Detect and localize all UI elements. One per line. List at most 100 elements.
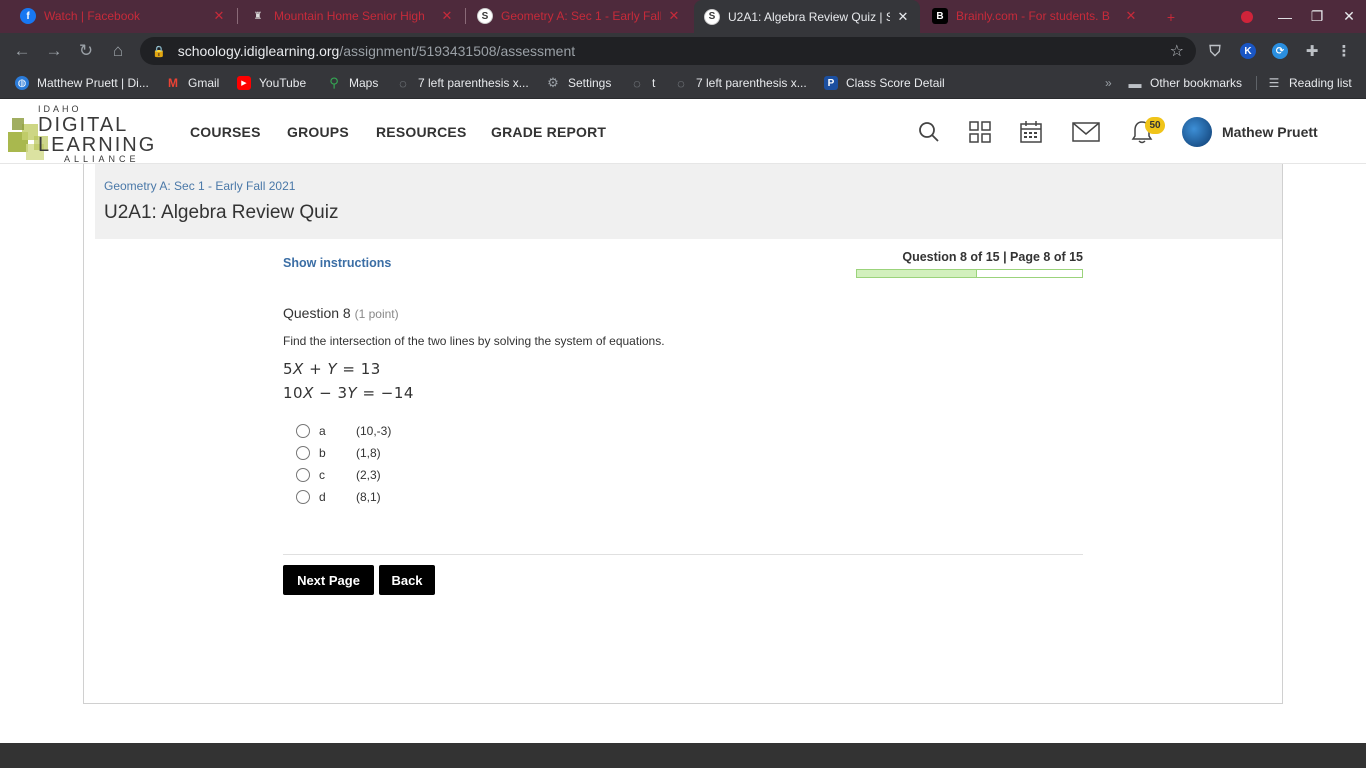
bookmark-item[interactable]: ◌ 7 left parenthesis x...	[396, 75, 529, 91]
radio-button[interactable]	[296, 490, 310, 504]
answer-choice-c[interactable]: c (2,3)	[296, 468, 381, 482]
tab-geometry[interactable]: S Geometry A: Sec 1 - Early Fall ✕	[467, 2, 691, 30]
schoology-icon: S	[477, 8, 493, 24]
menu-dots-icon[interactable]: ⋮	[1336, 43, 1352, 60]
bookmarks-bar: ◍ Matthew Pruett | Di... M Gmail ▶ YouTu…	[0, 69, 1366, 99]
more-bookmarks-chevron-icon[interactable]: »	[1105, 76, 1112, 90]
page-title: U2A1: Algebra Review Quiz	[104, 202, 339, 223]
reading-list[interactable]: ☰ Reading list	[1256, 76, 1352, 90]
nav-grade-report[interactable]: GRADE REPORT	[491, 124, 606, 140]
eq-term: 5	[283, 360, 294, 378]
eq-term: 10	[283, 384, 304, 402]
close-icon[interactable]: ✕	[440, 8, 454, 24]
new-tab-icon[interactable]: +	[1154, 0, 1188, 33]
answer-choice-d[interactable]: d (8,1)	[296, 490, 381, 504]
close-icon[interactable]: ✕	[212, 8, 226, 24]
nav-courses[interactable]: COURSES	[190, 124, 261, 140]
tab-quiz[interactable]: S U2A1: Algebra Review Quiz | S ✕	[694, 0, 920, 33]
bookmark-item[interactable]: ◌ 7 left parenthesis x...	[674, 75, 807, 91]
question-label: Question 8	[283, 305, 351, 321]
record-icon[interactable]	[1230, 0, 1264, 33]
page-footer	[0, 743, 1366, 768]
reload-icon[interactable]: ↻	[72, 37, 100, 65]
mail-icon[interactable]	[1072, 118, 1100, 146]
bookmark-item[interactable]: P Class Score Detail	[824, 76, 945, 90]
close-icon[interactable]: ✕	[667, 8, 681, 24]
bookmark-label: Maps	[349, 76, 379, 90]
radio-button[interactable]	[296, 468, 310, 482]
search-icon[interactable]	[915, 118, 943, 146]
bookmark-label: 7 left parenthesis x...	[696, 76, 807, 90]
question-counter: Question 8 of 15 | Page 8 of 15	[902, 250, 1083, 264]
tab-mountain-home[interactable]: ♜ Mountain Home Senior High ✕	[240, 2, 464, 30]
bookmark-item[interactable]: ⚲ Maps	[327, 75, 379, 90]
tab-facebook[interactable]: f Watch | Facebook ✕	[10, 2, 236, 30]
choice-letter: c	[319, 468, 325, 482]
gmail-icon: M	[168, 76, 178, 90]
bookmark-star-icon[interactable]: ☆	[1170, 41, 1184, 61]
eq-var: X	[293, 360, 304, 378]
restore-icon[interactable]: ❐	[1300, 0, 1334, 33]
address-bar[interactable]: 🔒 schoology.idiglearning.org/assignment/…	[140, 37, 1196, 65]
bookmark-item[interactable]: ▶ YouTube	[237, 76, 306, 90]
globe-icon: ◌	[399, 75, 407, 91]
brainly-icon: B	[932, 8, 948, 24]
home-icon[interactable]: ⌂	[104, 37, 132, 65]
user-name[interactable]: Mathew Pruett	[1222, 124, 1318, 140]
extension-k-icon[interactable]: K	[1240, 43, 1256, 59]
bookmark-item[interactable]: ◌ t	[630, 75, 656, 91]
back-arrow-icon[interactable]: ←	[8, 37, 36, 65]
other-bookmarks[interactable]: ▬ Other bookmarks	[1128, 76, 1243, 91]
next-page-button[interactable]: Next Page	[283, 565, 374, 595]
minimize-icon[interactable]: —	[1268, 0, 1302, 33]
bookmark-label: YouTube	[259, 76, 307, 90]
avatar[interactable]	[1182, 117, 1212, 147]
calendar-icon[interactable]	[1017, 118, 1045, 146]
nav-groups[interactable]: GROUPS	[287, 124, 349, 140]
breadcrumb[interactable]: Geometry A: Sec 1 - Early Fall 2021	[104, 179, 295, 193]
globe-icon: ◌	[677, 75, 685, 91]
logo-text-line: IDAHO	[38, 104, 82, 114]
content-panel	[83, 164, 1283, 704]
close-icon[interactable]: ✕	[1124, 8, 1138, 24]
choice-value: (10,-3)	[356, 424, 392, 438]
quiz-progress-bar	[856, 269, 1083, 278]
equation-1: 5X + Y = 13	[283, 360, 381, 378]
tab-title: Mountain Home Senior High	[274, 9, 425, 23]
powerschool-icon: P	[824, 76, 838, 90]
close-icon[interactable]: ✕	[896, 9, 910, 25]
choice-value: (1,8)	[356, 446, 381, 460]
extension-blue-icon[interactable]: ⟳	[1272, 43, 1288, 59]
bookmark-item[interactable]: M Gmail	[166, 76, 219, 90]
tab-title: Watch | Facebook	[44, 9, 141, 23]
answer-choice-a[interactable]: a (10,-3)	[296, 424, 391, 438]
nav-resources[interactable]: RESOURCES	[376, 124, 466, 140]
browser-toolbar: ← → ↻ ⌂ 🔒 schoology.idiglearning.org/ass…	[0, 33, 1366, 69]
globe-icon: ◌	[633, 75, 641, 91]
eq-term: = −14	[357, 384, 414, 402]
back-button[interactable]: Back	[379, 565, 435, 595]
choice-letter: b	[319, 446, 326, 460]
radio-button[interactable]	[296, 446, 310, 460]
logo-text-line: ALLIANCE	[64, 154, 140, 164]
tab-brainly[interactable]: B Brainly.com - For students. B ✕	[922, 2, 1148, 30]
radio-button[interactable]	[296, 424, 310, 438]
tab-separator	[465, 8, 466, 24]
shield-icon[interactable]: ⛉	[1207, 43, 1223, 60]
url-host: schoology.idiglearning.org	[177, 43, 340, 59]
url-path: /assignment/5193431508/assessment	[339, 43, 576, 59]
bookmark-item[interactable]: ◍ Matthew Pruett | Di...	[15, 76, 149, 90]
close-window-icon[interactable]: ✕	[1332, 0, 1366, 33]
bookmark-item[interactable]: ⚙ Settings	[546, 75, 611, 90]
choice-letter: a	[319, 424, 326, 438]
question-points: (1 point)	[354, 307, 399, 321]
apps-grid-icon[interactable]	[966, 118, 994, 146]
show-instructions-link[interactable]: Show instructions	[283, 256, 391, 270]
answer-choice-b[interactable]: b (1,8)	[296, 446, 381, 460]
idla-logo[interactable]: IDAHO DIGITAL LEARNING ALLIANCE	[8, 104, 173, 164]
puzzle-icon[interactable]: ✚	[1304, 43, 1320, 60]
forward-arrow-icon[interactable]: →	[40, 37, 68, 65]
tab-title: U2A1: Algebra Review Quiz | S	[728, 9, 890, 24]
bookmark-label: t	[652, 76, 656, 90]
progress-fill	[857, 270, 977, 277]
